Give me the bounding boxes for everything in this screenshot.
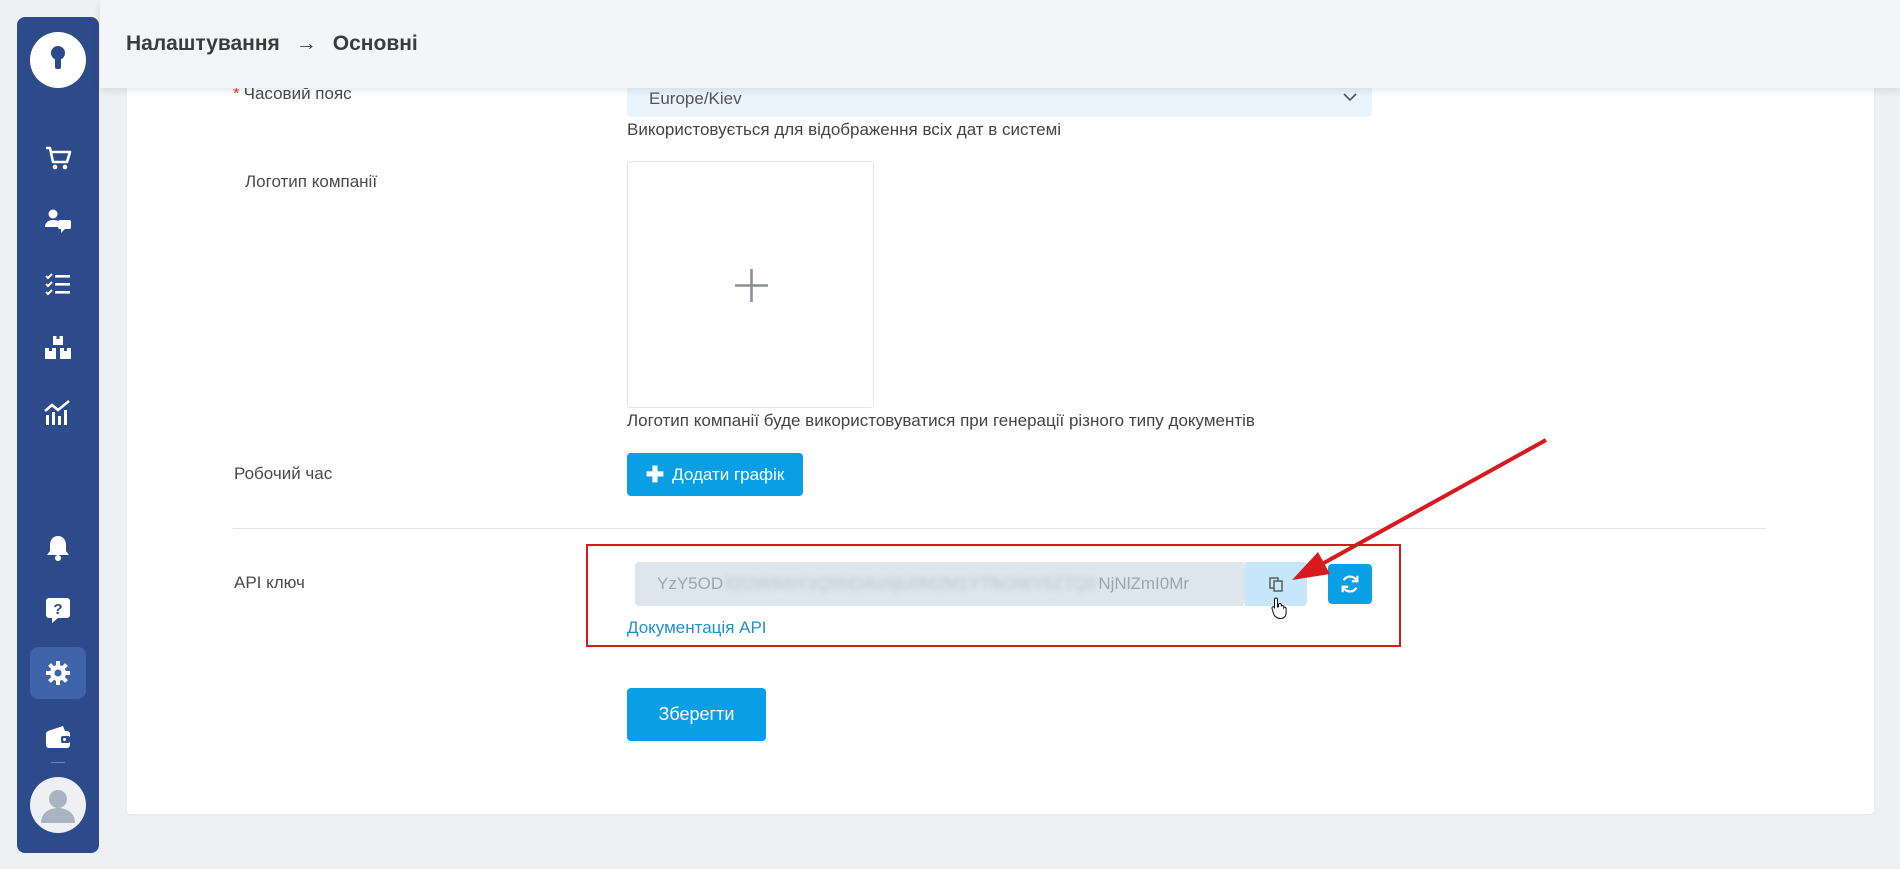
sidebar-item-help[interactable]: ?	[30, 584, 86, 636]
logo-label: Логотип компанії	[245, 172, 378, 191]
user-icon	[41, 790, 75, 823]
hand-cursor-icon	[1271, 597, 1287, 620]
help-icon: ?	[46, 598, 70, 623]
boxes-icon	[45, 336, 71, 359]
sidebar: ?	[17, 17, 99, 853]
api-key-label: API ключ	[234, 573, 305, 592]
sidebar-item-warehouse[interactable]	[30, 322, 86, 374]
sidebar-item-notifications[interactable]	[30, 522, 86, 574]
breadcrumb-settings[interactable]: Налаштування	[126, 32, 280, 56]
analytics-icon	[44, 399, 70, 425]
sidebar-item-settings[interactable]	[30, 647, 86, 699]
sidebar-item-billing[interactable]	[30, 711, 86, 763]
sidebar-item-clients[interactable]	[30, 195, 86, 247]
app-logo[interactable]	[30, 32, 86, 88]
breadcrumb-current: Основні	[332, 32, 418, 55]
section-divider	[233, 528, 1766, 529]
bell-icon	[47, 536, 69, 561]
sidebar-item-orders[interactable]	[30, 132, 86, 184]
wallet-icon	[46, 726, 70, 748]
checklist-icon	[45, 273, 70, 296]
add-schedule-label: Додати графік	[672, 464, 785, 484]
plus-icon	[735, 269, 768, 302]
sidebar-item-tasks[interactable]	[30, 259, 86, 311]
chevron-down-icon	[1343, 93, 1357, 102]
breadcrumb: Налаштування → Основні	[126, 32, 418, 56]
logo-upload-area[interactable]	[627, 161, 874, 408]
timezone-help: Використовується для відображення всіх д…	[627, 120, 1062, 139]
timezone-value: Europe/Kiev	[649, 88, 742, 108]
user-chat-icon	[45, 209, 71, 233]
svg-text:?: ?	[53, 601, 62, 618]
cart-icon	[46, 146, 72, 170]
arrow-right-icon: →	[295, 32, 317, 55]
user-avatar[interactable]	[30, 777, 86, 833]
save-button[interactable]: Зберегти	[627, 688, 766, 741]
logo-help: Логотип компанії буде використовуватися …	[627, 411, 1255, 430]
sidebar-item-analytics[interactable]	[30, 386, 86, 438]
plus-icon: ✚	[645, 461, 665, 487]
add-schedule-button[interactable]: ✚ Додати графік	[627, 453, 803, 496]
sidebar-divider	[51, 762, 65, 763]
work-hours-label: Робочий час	[234, 464, 333, 483]
settings-card: * Часовий пояс Europe/Kiev Використовуєть…	[127, 50, 1874, 814]
gear-icon	[46, 661, 70, 685]
page-header: Налаштування → Основні	[100, 0, 1900, 88]
